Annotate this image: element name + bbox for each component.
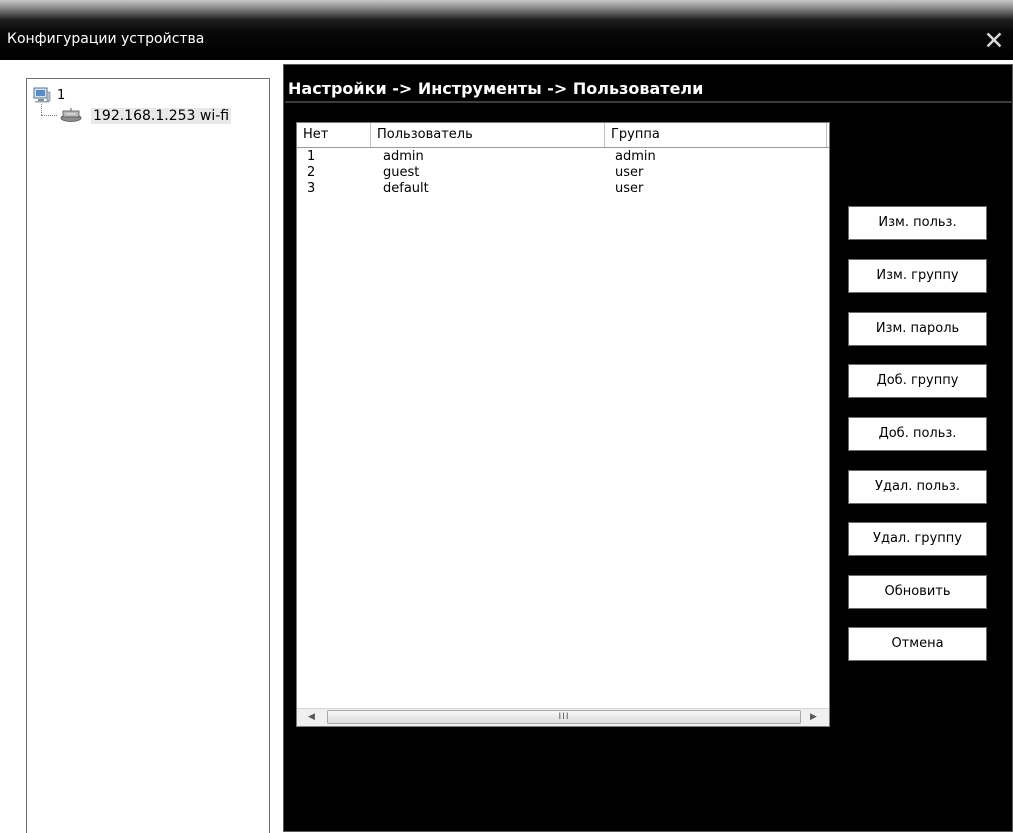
column-header-user[interactable]: Пользователь (371, 123, 605, 147)
cell-no: 1 (307, 149, 316, 164)
add-group-button[interactable]: Доб. группу (848, 364, 987, 398)
window-title: Конфигурации устройства (7, 31, 205, 47)
breadcrumb: Настройки -> Инструменты -> Пользователи (288, 79, 704, 98)
scroll-left-icon[interactable]: ◀ (303, 709, 320, 726)
tree-device-node[interactable]: 192.168.1.253 wi-fi (59, 107, 232, 126)
users-list[interactable]: Нет Пользователь Группа 1 admin admin 2 … (296, 122, 830, 727)
cell-user: guest (383, 165, 420, 180)
network-device-icon (59, 107, 83, 126)
tree-device-label: 192.168.1.253 wi-fi (91, 108, 232, 124)
horizontal-scrollbar[interactable]: ◀ III ▶ (297, 708, 829, 726)
cell-group: admin (615, 149, 656, 164)
device-tree: 1 192.168.1.253 wi-fi (26, 78, 270, 833)
tree-root-node[interactable]: 1 (33, 86, 65, 104)
cell-user: admin (383, 149, 424, 164)
cell-user: default (383, 181, 429, 196)
scroll-thumb[interactable]: III (327, 710, 801, 724)
edit-user-button[interactable]: Изм. польз. (848, 206, 987, 240)
refresh-button[interactable]: Обновить (848, 575, 987, 609)
cancel-button[interactable]: Отмена (848, 627, 987, 661)
close-icon[interactable]: ✕ (981, 28, 1007, 54)
change-password-button[interactable]: Изм. пароль (848, 312, 987, 346)
scroll-right-icon[interactable]: ▶ (805, 709, 822, 726)
edit-group-button[interactable]: Изм. группу (848, 259, 987, 293)
list-header: Нет Пользователь Группа (297, 123, 829, 148)
cell-no: 2 (307, 165, 316, 180)
tree-connector (41, 104, 42, 115)
tree-connector (41, 115, 57, 116)
add-user-button[interactable]: Доб. польз. (848, 417, 987, 451)
computer-icon (33, 87, 51, 103)
delete-group-button[interactable]: Удал. группу (848, 522, 987, 556)
cell-group: user (615, 181, 644, 196)
delete-user-button[interactable]: Удал. польз. (848, 470, 987, 504)
tree-root-label: 1 (57, 87, 66, 103)
cell-no: 3 (307, 181, 316, 196)
title-bar: Конфигурации устройства ✕ (0, 0, 1013, 60)
column-header-group[interactable]: Группа (605, 123, 827, 147)
divider (285, 101, 1013, 103)
cell-group: user (615, 165, 644, 180)
column-header-no[interactable]: Нет (297, 123, 371, 147)
